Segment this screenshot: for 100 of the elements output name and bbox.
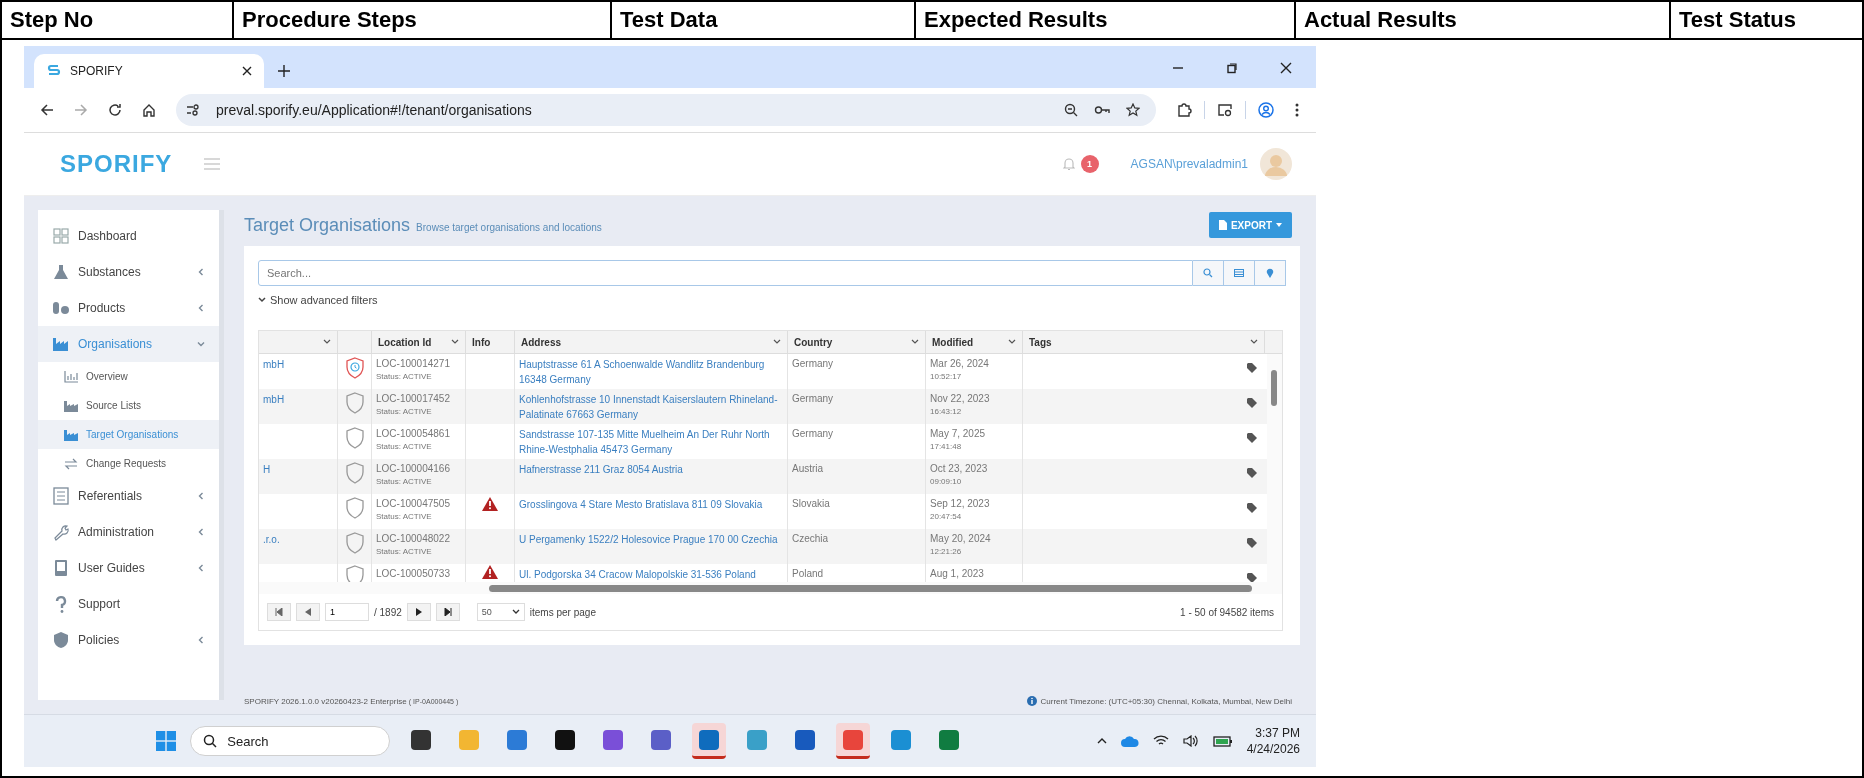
- grid-icon: [52, 227, 70, 245]
- page-size-dropdown[interactable]: 50: [476, 603, 525, 621]
- tab-search-icon[interactable]: [1217, 102, 1233, 118]
- chevron-icon[interactable]: [1008, 339, 1016, 345]
- windows-start-icon[interactable]: [156, 731, 177, 751]
- sidebar-subitem[interactable]: Overview: [38, 362, 219, 391]
- reload-icon[interactable]: [108, 103, 122, 117]
- cloud-icon[interactable]: [1120, 735, 1139, 747]
- sidebar-item[interactable]: Products: [38, 290, 219, 326]
- organisation-name[interactable]: .r.o.: [263, 533, 333, 548]
- chevron-up-icon[interactable]: [1096, 738, 1107, 744]
- address-link[interactable]: U Pergamenky 1522/2 Holesovice Prague 170 00 Czechia: [519, 533, 783, 548]
- horizontal-scrollbar[interactable]: [259, 582, 1282, 594]
- column-header[interactable]: Info: [466, 331, 515, 353]
- home-icon[interactable]: [142, 103, 156, 117]
- address-link[interactable]: Sandstrasse 107-135 Mitte Muelheim An Der Ruhr North Rhine-Westphalia 45473 Germany: [519, 428, 783, 457]
- column-header: Test Status: [1678, 6, 1797, 34]
- sidebar-subitem[interactable]: Change Requests: [38, 449, 219, 478]
- sidebar-item[interactable]: Policies: [38, 622, 219, 658]
- address-bar[interactable]: preval.sporify.eu/Application#!/tenant/organisations: [176, 94, 1156, 126]
- address-link[interactable]: Ul. Podgorska 34 Cracow Malopolskie 31-536 Poland: [519, 568, 783, 582]
- puzzle-icon[interactable]: [1176, 102, 1192, 118]
- chevron-icon[interactable]: [911, 339, 919, 345]
- warning-icon: [482, 497, 498, 511]
- search-field[interactable]: Search...: [258, 260, 1193, 286]
- tag-icon[interactable]: [1247, 433, 1257, 443]
- chevron-icon: [258, 297, 266, 303]
- back-icon[interactable]: [40, 103, 54, 117]
- new-tab-icon[interactable]: [278, 65, 290, 77]
- taskbar-search-field[interactable]: Search: [190, 726, 391, 756]
- sidebar-item[interactable]: Referentials: [38, 478, 219, 514]
- sidebar-subitem[interactable]: Source Lists: [38, 391, 219, 420]
- status-text: Status: ACTIVE: [376, 512, 433, 521]
- chevron-icon[interactable]: [773, 339, 781, 345]
- advanced-filters-link[interactable]: Show advanced filters: [258, 294, 378, 306]
- organisation-name[interactable]: mbH: [263, 358, 333, 373]
- search-icon: [1203, 268, 1213, 278]
- first-page-button[interactable]: [267, 603, 291, 621]
- country-text: Poland: [792, 568, 824, 579]
- flask-icon: [52, 263, 70, 281]
- page-subtitle: Browse target organisations and locations: [416, 222, 602, 233]
- zoom-out-icon[interactable]: [1064, 103, 1078, 117]
- column-header[interactable]: Tags: [1023, 331, 1265, 353]
- sidebar-item[interactable]: Administration: [38, 514, 219, 550]
- organisation-name[interactable]: mbH: [263, 393, 333, 408]
- tag-icon[interactable]: [1247, 503, 1257, 513]
- tag-icon[interactable]: [1247, 363, 1257, 373]
- vertical-scrollbar[interactable]: [1267, 354, 1282, 582]
- app-icon: [506, 728, 529, 751]
- chevron-icon: [197, 304, 205, 312]
- key-icon[interactable]: [1094, 103, 1110, 117]
- column-header: Test Data: [612, 2, 916, 38]
- previous-page-button[interactable]: [296, 603, 320, 621]
- site-settings-icon[interactable]: [186, 103, 200, 117]
- tag-icon[interactable]: [1247, 398, 1257, 408]
- tag-icon[interactable]: [1247, 538, 1257, 548]
- wifi-icon[interactable]: [1152, 735, 1169, 747]
- last-page-button[interactable]: [435, 603, 460, 621]
- column-header[interactable]: Modified: [926, 331, 1023, 353]
- taskbar-clock[interactable]: 3:37 PM 4/24/2026: [1246, 726, 1300, 756]
- tag-icon[interactable]: [1247, 468, 1257, 478]
- map-view-button[interactable]: [1255, 260, 1286, 286]
- column-header[interactable]: Location Id: [372, 331, 466, 353]
- modified-date: Nov 22, 2023: [930, 393, 991, 404]
- address-link[interactable]: Kohlenhofstrasse 10 Innenstadt Kaiserslautern Rhineland-Palatinate 67663 Germany: [519, 393, 783, 422]
- modified-date: Mar 26, 2024: [930, 358, 990, 369]
- items-summary: 1 - 50 of 94582 items: [1180, 606, 1274, 618]
- page-title: Target Organisations: [244, 214, 411, 236]
- app-icon: [458, 728, 481, 751]
- chevron-icon[interactable]: [323, 339, 331, 345]
- column-header[interactable]: Address: [515, 331, 788, 353]
- profile-icon[interactable]: [1258, 102, 1274, 118]
- table-view-button[interactable]: [1224, 260, 1255, 286]
- browser-tab[interactable]: SPORIFY: [34, 54, 264, 88]
- column-header: Procedure Steps: [234, 2, 612, 38]
- restore-icon[interactable]: [1226, 62, 1238, 74]
- address-link[interactable]: Hauptstrasse 61 A Schoenwalde Wandlitz Brandenburg 16348 Germany: [519, 358, 783, 387]
- address-link[interactable]: Hafnerstrasse 211 Graz 8054 Austria: [519, 463, 783, 478]
- address-link[interactable]: Grosslingova 4 Stare Mesto Bratislava 811 09 Slovakia: [519, 498, 783, 513]
- sidebar-item[interactable]: Substances: [38, 254, 219, 290]
- close-icon[interactable]: [1280, 62, 1292, 74]
- page-number-field[interactable]: 1: [325, 603, 369, 621]
- sidebar-item[interactable]: Support: [38, 586, 219, 622]
- sidebar-item[interactable]: Dashboard: [38, 218, 219, 254]
- page-size-label: items per page: [529, 606, 596, 618]
- battery-icon[interactable]: [1212, 735, 1233, 747]
- column-header[interactable]: Country: [788, 331, 926, 353]
- file-icon: [1218, 220, 1227, 230]
- close-icon[interactable]: [242, 66, 252, 76]
- chevron-icon[interactable]: [1250, 339, 1258, 345]
- modified-time: 12:21:26: [930, 547, 963, 556]
- sidebar-item[interactable]: User Guides: [38, 550, 219, 586]
- location-id: LOC-100054861: [376, 428, 451, 439]
- last-page-icon: [443, 608, 452, 616]
- next-page-button[interactable]: [406, 603, 431, 621]
- speaker-icon[interactable]: [1182, 735, 1199, 747]
- organisation-name[interactable]: H: [263, 463, 333, 478]
- chevron-icon[interactable]: [451, 339, 459, 345]
- menu-icon[interactable]: [1294, 102, 1300, 118]
- star-icon[interactable]: [1126, 103, 1140, 117]
